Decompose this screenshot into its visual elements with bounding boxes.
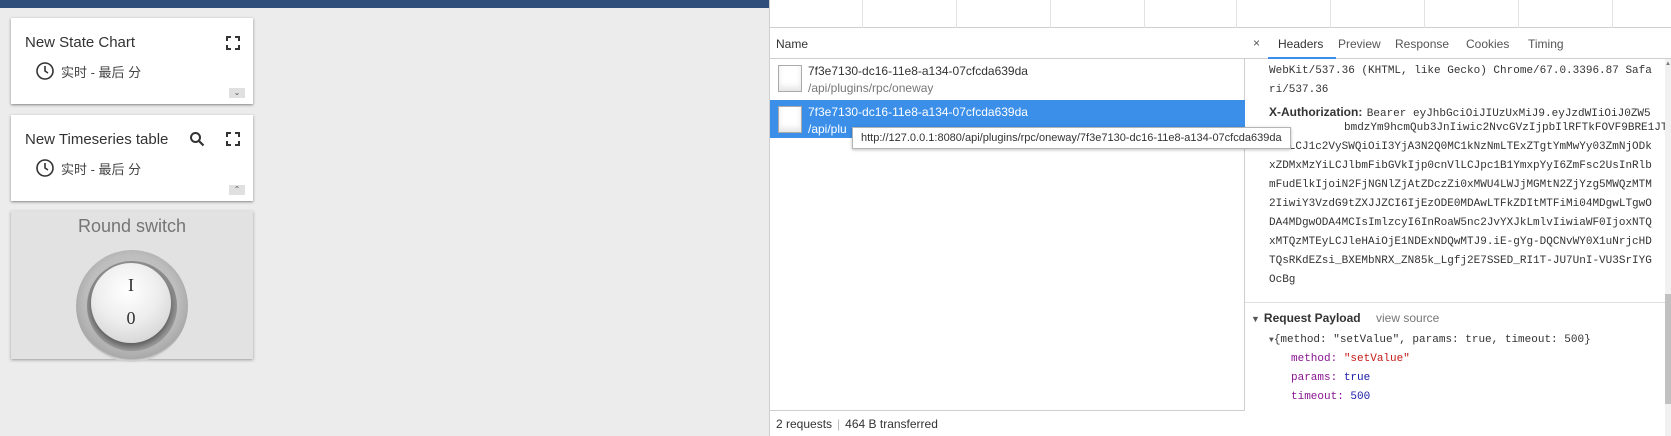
- scroll-up-arrow-icon[interactable]: ▲: [1665, 61, 1671, 67]
- request-name: 7f3e7130-dc16-11e8-a134-07cfcda639da: [808, 64, 1028, 78]
- field-value: 500: [1350, 391, 1371, 403]
- auth-header: X-Authorization: Bearer eyJhbGciOiJIUzUx…: [1269, 103, 1651, 121]
- search-icon[interactable]: [189, 131, 205, 147]
- round-switch-widget: Round switch I 0: [11, 211, 253, 362]
- widget-title: New Timeseries table: [25, 131, 169, 148]
- timeline-gridline: [862, 0, 863, 28]
- request-row[interactable]: 7f3e7130-dc16-11e8-a134-07cfcda639da /ap…: [770, 59, 1245, 97]
- fullscreen-icon[interactable]: [225, 131, 241, 147]
- scrollbar-thumb[interactable]: [1665, 294, 1671, 404]
- payload-field: params: true: [1291, 372, 1370, 384]
- timeline-gridline: [1612, 0, 1613, 28]
- header-value-line: iJdLCJ1c2VySWQiOiI3YjA3N2Q0MC1kNzNmLTExZ…: [1269, 141, 1652, 153]
- timeline-gridline: [1330, 0, 1331, 28]
- network-summary: 2 requests | 464 B transferred: [770, 410, 1245, 436]
- network-overview-timeline[interactable]: [770, 0, 1671, 28]
- request-name: 7f3e7130-dc16-11e8-a134-07cfcda639da: [808, 105, 1028, 119]
- header-value-line: 2IiwiY3VzdG9tZXJJZCI6IjEzODE0MDAwLTFkZDI…: [1269, 198, 1652, 210]
- payload-summary[interactable]: ▼{method: "setValue", params: true, time…: [1269, 334, 1591, 346]
- header-line: WebKit/537.36 (KHTML, like Gecko) Chrome…: [1269, 65, 1652, 77]
- scroll-down-icon[interactable]: ⌄: [229, 88, 245, 98]
- clock-icon: [36, 159, 54, 177]
- details-scrollbar[interactable]: ▲: [1665, 59, 1671, 436]
- widget-title: New State Chart: [25, 34, 136, 51]
- expand-triangle-icon: ▼: [1251, 314, 1260, 324]
- widget-title: Round switch: [77, 216, 187, 236]
- timeline-gridline: [1518, 0, 1519, 28]
- section-divider: [1245, 302, 1665, 303]
- timeline-gridline: [1050, 0, 1051, 28]
- header-value-line: DA4MDgwODA4MCIsImlzcyI6InRoaW5nc2JvYXJkL…: [1269, 217, 1652, 229]
- time-window[interactable]: 实时 - 最后 分: [35, 158, 141, 178]
- timeline-gridline: [1424, 0, 1425, 28]
- field-key: method:: [1291, 353, 1338, 365]
- header-value-line: xZDMxMzYiLCJlbmFibGVkIjp0cnVlLCJpc1B1Ymx…: [1269, 160, 1652, 172]
- header-value-line: TQsRKdEZsi_BXEMbNRX_ZN85k_Lgfj2E7SSED_RI…: [1269, 255, 1652, 267]
- request-path: /api/plugins/rpc/oneway: [808, 81, 934, 95]
- name-column-header[interactable]: Name: [770, 28, 1245, 59]
- column-name-label: Name: [776, 37, 809, 51]
- header-value-line: xMTQzMTEyLCJleHAiOjE1NDExNDQwMTJ9.iE-gYg…: [1269, 236, 1652, 248]
- time-window[interactable]: 实时 - 最后 分: [35, 61, 141, 81]
- header-line: ri/537.36: [1269, 84, 1329, 96]
- top-bar: [0, 0, 769, 8]
- tab-cookies[interactable]: Cookies: [1466, 37, 1509, 51]
- devtools-network-panel: Name 7f3e7130-dc16-11e8-a134-07cfcda639d…: [769, 0, 1671, 436]
- scroll-up-icon[interactable]: ⌃: [229, 185, 245, 195]
- timeline-gridline: [1144, 0, 1145, 28]
- tab-headers[interactable]: Headers: [1278, 37, 1323, 51]
- tab-response[interactable]: Response: [1395, 37, 1449, 51]
- switch-off-label: 0: [126, 308, 136, 328]
- tab-preview[interactable]: Preview: [1338, 37, 1381, 51]
- document-icon: [778, 106, 802, 133]
- payload-summary-text: {method: "setValue", params: true, timeo…: [1273, 334, 1591, 346]
- header-value-line: OcBg: [1269, 274, 1296, 286]
- timeline-gridline: [956, 0, 957, 28]
- switch-on-label: I: [128, 275, 134, 295]
- tab-timing[interactable]: Timing: [1528, 37, 1564, 51]
- headers-content: WebKit/537.36 (KHTML, like Gecko) Chrome…: [1245, 59, 1665, 436]
- request-payload-toggle[interactable]: ▼ Request Payload: [1251, 311, 1361, 325]
- summary-separator: |: [837, 417, 841, 431]
- header-key: X-Authorization:: [1269, 105, 1363, 119]
- document-icon: [778, 65, 802, 92]
- payload-field: timeout: 500: [1291, 391, 1370, 403]
- request-list: Name 7f3e7130-dc16-11e8-a134-07cfcda639d…: [770, 28, 1245, 436]
- header-value: Bearer eyJhbGciOiJIUzUxMiJ9.eyJzdWIiOiJ0…: [1366, 108, 1651, 120]
- field-key: timeout:: [1291, 391, 1344, 403]
- header-value-line: bmdzYm9hcmQub3JnIiwic2NvcGVzIjpbIlRFTkFO…: [1344, 122, 1665, 134]
- section-title-label: Request Payload: [1263, 311, 1361, 325]
- url-tooltip: http://127.0.0.1:8080/api/plugins/rpc/on…: [852, 127, 1291, 149]
- clock-icon: [36, 62, 54, 80]
- round-switch-knob[interactable]: I 0: [91, 263, 171, 343]
- time-window-label: 实时 - 最后 分: [61, 64, 142, 80]
- request-path: /api/plu: [808, 122, 847, 136]
- view-source-link[interactable]: view source: [1376, 311, 1439, 325]
- request-count: 2 requests: [776, 417, 833, 431]
- timeline-gridline: [1236, 0, 1237, 28]
- fullscreen-icon[interactable]: [225, 35, 241, 51]
- state-chart-widget: New State Chart 实时 - 最后 分 ⌄: [11, 18, 253, 104]
- field-value: true: [1343, 372, 1371, 384]
- dashboard: New State Chart 实时 - 最后 分 ⌄ New Timeseri…: [0, 0, 769, 436]
- time-window-label: 实时 - 最后 分: [61, 161, 142, 177]
- details-tabbar: × Headers Preview Response Cookies Timin…: [1245, 28, 1671, 59]
- transferred-size: 464 B transferred: [845, 417, 938, 431]
- payload-field: method: "setValue": [1291, 353, 1410, 365]
- request-details: × Headers Preview Response Cookies Timin…: [1245, 28, 1671, 436]
- timeseries-table-widget: New Timeseries table 实时 - 最后 分 ⌃: [11, 115, 253, 201]
- field-value: "setValue": [1343, 353, 1410, 365]
- close-icon[interactable]: ×: [1253, 36, 1260, 50]
- field-key: params:: [1291, 372, 1338, 384]
- header-value-line: mFudElkIjoiN2FjNGNlZjAtZDczZi0xMWU4LWJjM…: [1269, 179, 1652, 191]
